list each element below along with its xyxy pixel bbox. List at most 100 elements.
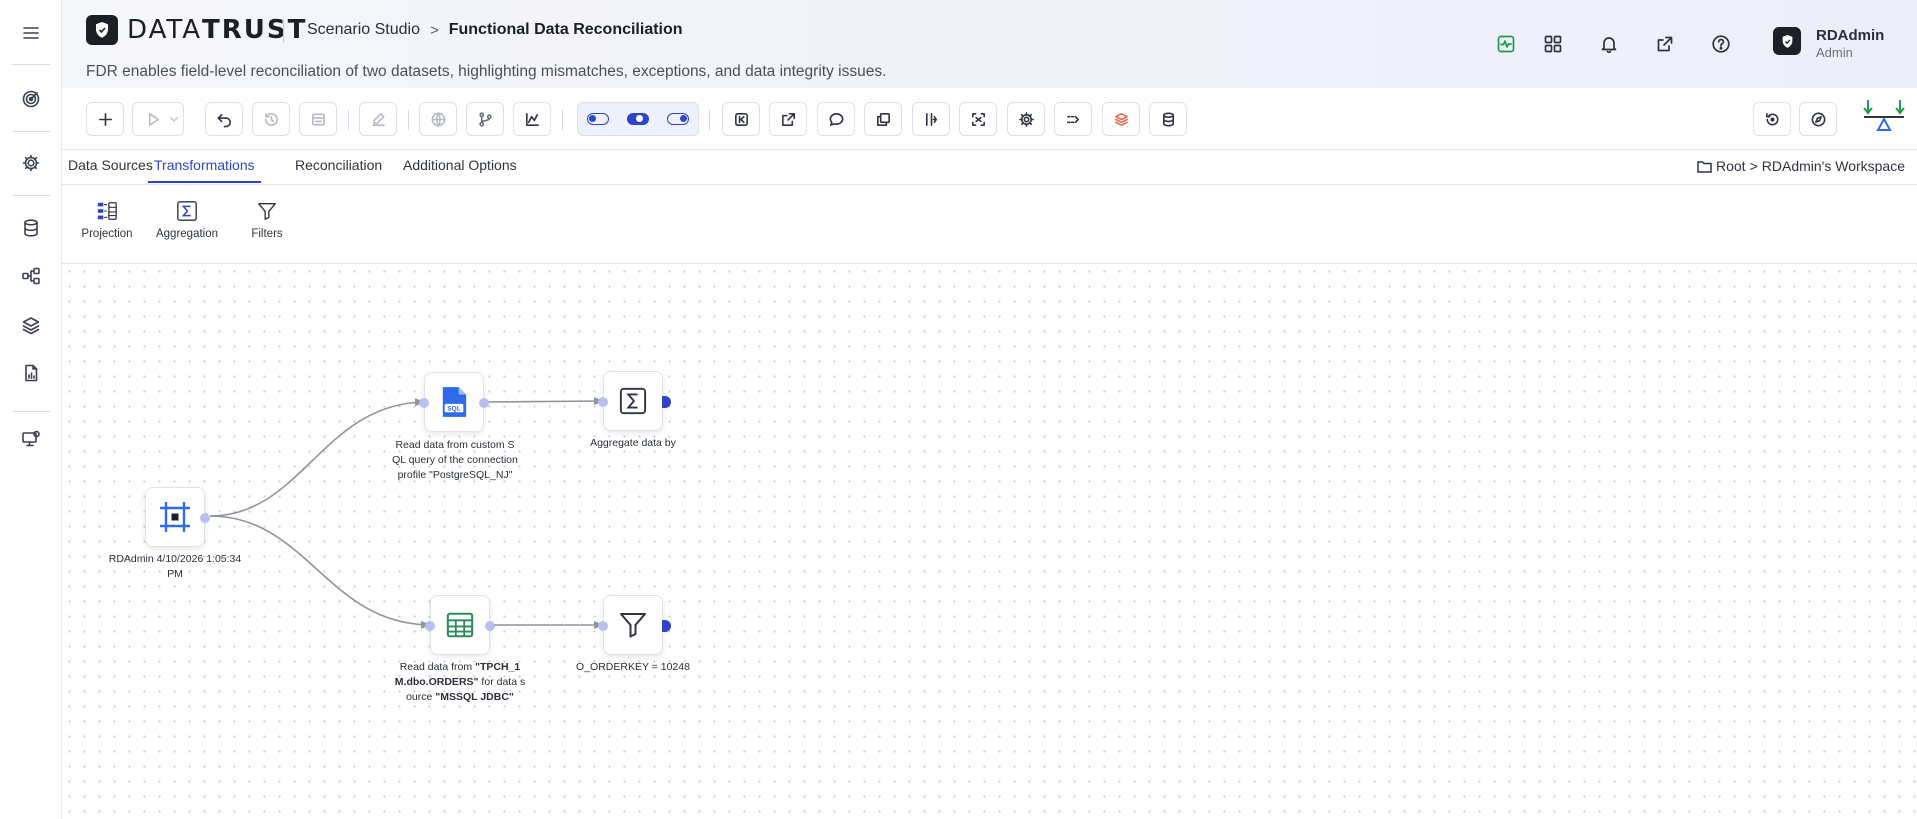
chart-button[interactable] xyxy=(513,102,551,136)
rail-divider xyxy=(12,64,50,65)
breadcrumb: Scenario Studio > Functional Data Reconc… xyxy=(307,21,683,39)
palette-filters-label: Filters xyxy=(251,228,283,240)
run-button[interactable] xyxy=(132,102,184,136)
workspace-name[interactable]: RDAdmin's Workspace xyxy=(1762,158,1905,174)
toolbar-separator xyxy=(709,110,710,130)
right-join-toggle[interactable] xyxy=(658,103,698,135)
aggregate-input-port[interactable] xyxy=(598,397,608,407)
scan-button[interactable] xyxy=(959,102,997,136)
split-columns-icon xyxy=(925,112,937,126)
tab-reconciliation[interactable]: Reconciliation xyxy=(295,157,382,181)
activity-icon[interactable] xyxy=(1493,31,1519,57)
inner-join-toggle[interactable] xyxy=(618,103,658,135)
node-table-label: Read data from "TPCH_1 M.dbo.ORDERS" for… xyxy=(394,661,526,703)
mapping-button[interactable] xyxy=(1054,102,1092,136)
node-source-label: RDAdmin 4/10/2026 1:05:34 PM xyxy=(108,553,242,580)
join-mode-toggle-group xyxy=(577,102,699,136)
node-scenario-source[interactable] xyxy=(145,487,210,547)
toggle-right-icon xyxy=(667,113,689,125)
external-link-icon[interactable] xyxy=(1652,31,1678,57)
node-aggregate[interactable] xyxy=(598,371,671,431)
schedule-button[interactable] xyxy=(299,102,337,136)
gear-icon xyxy=(1018,111,1034,127)
restore-icon xyxy=(1765,112,1778,125)
branch-button[interactable] xyxy=(466,102,504,136)
globe-button[interactable] xyxy=(419,102,457,136)
copy-button[interactable] xyxy=(864,102,902,136)
settings-button[interactable] xyxy=(1007,102,1045,136)
history-button[interactable] xyxy=(252,102,290,136)
page-title: Functional Data Reconciliation xyxy=(448,21,683,38)
first-button[interactable] xyxy=(722,102,760,136)
sql-output-port[interactable] xyxy=(479,398,489,408)
help-icon[interactable] xyxy=(1708,31,1734,57)
globe-icon xyxy=(431,112,445,126)
user-menu[interactable]: RDAdmin Admin xyxy=(1773,27,1884,60)
tab-additional-options[interactable]: Additional Options xyxy=(403,157,517,181)
stack-button[interactable] xyxy=(1102,102,1140,136)
palette-filters[interactable]: Filters xyxy=(232,199,302,240)
workspace-separator: > xyxy=(1749,158,1758,174)
undo-button[interactable] xyxy=(205,102,243,136)
map-columns-icon xyxy=(1066,115,1079,123)
filter-input-port[interactable] xyxy=(598,621,608,631)
workspace-root[interactable]: Root xyxy=(1716,158,1746,174)
storage-button[interactable] xyxy=(1149,102,1187,136)
sql-label-line-3: profile "PostgreSQL_NJ" xyxy=(397,469,513,481)
database-icon[interactable] xyxy=(17,214,45,242)
edit-button[interactable] xyxy=(359,102,397,136)
tab-data-sources[interactable]: Data Sources xyxy=(68,157,153,181)
skip-start-icon xyxy=(734,112,748,126)
restore-button[interactable] xyxy=(1753,102,1791,136)
undo-icon xyxy=(217,113,231,127)
user-name: RDAdmin xyxy=(1816,27,1885,44)
workflow-icon[interactable] xyxy=(17,262,45,290)
node-table-source[interactable] xyxy=(425,595,495,655)
table-input-port[interactable] xyxy=(425,621,435,631)
left-rail xyxy=(0,0,62,819)
datatrust-logo[interactable]: DATATRUST xyxy=(86,15,307,45)
transformation-palette: Projection Aggregation Filters xyxy=(62,185,1917,264)
bell-icon[interactable] xyxy=(1596,31,1622,57)
node-sql-query[interactable]: SQL xyxy=(419,372,489,432)
table-output-port[interactable] xyxy=(485,621,495,631)
left-join-toggle[interactable] xyxy=(578,103,618,135)
workspace-breadcrumb[interactable]: Root > RDAdmin's Workspace xyxy=(1697,158,1905,174)
add-button[interactable] xyxy=(86,102,124,136)
report-icon[interactable] xyxy=(17,359,45,387)
history-icon xyxy=(264,112,278,126)
calendar-icon xyxy=(311,113,325,125)
edge-sql-to-aggregate[interactable] xyxy=(485,397,604,406)
copy-icon xyxy=(876,112,890,126)
node-filter[interactable] xyxy=(598,595,671,655)
gear-icon[interactable] xyxy=(17,149,45,177)
workflow-canvas[interactable]: RDAdmin 4/10/2026 1:05:34 PM SQL Read da… xyxy=(62,264,1917,819)
comment-button[interactable] xyxy=(817,102,855,136)
source-output-port[interactable] xyxy=(200,513,210,523)
workflow-edges xyxy=(209,397,604,629)
open-external-button[interactable] xyxy=(769,102,807,136)
monitor-settings-icon[interactable] xyxy=(17,425,45,453)
apps-grid-icon[interactable] xyxy=(1540,31,1566,57)
palette-aggregation[interactable]: Aggregation xyxy=(152,199,222,240)
scan-icon xyxy=(971,112,985,126)
node-filter-label: O_ORDERKEY = 10248 xyxy=(576,661,690,673)
compass-icon xyxy=(1811,112,1825,126)
reconcile-balance-icon[interactable] xyxy=(1862,98,1906,138)
compass-button[interactable] xyxy=(1799,102,1837,136)
layers-icon[interactable] xyxy=(17,311,45,339)
breadcrumb-scenario-studio[interactable]: Scenario Studio xyxy=(307,21,420,39)
toolbar-separator xyxy=(562,110,563,130)
palette-projection[interactable]: Projection xyxy=(72,199,142,240)
sql-label-line-1: Read data from custom S xyxy=(395,439,515,451)
sql-input-port[interactable] xyxy=(419,398,429,408)
plus-icon xyxy=(98,112,112,126)
menu-icon[interactable] xyxy=(17,19,45,47)
split-button[interactable] xyxy=(912,102,950,136)
play-icon xyxy=(148,112,160,126)
target-icon[interactable] xyxy=(17,85,45,113)
rail-divider xyxy=(12,195,50,196)
external-link-icon xyxy=(781,112,795,126)
tab-transformations[interactable]: Transformations xyxy=(148,157,261,183)
node-aggregate-label: Aggregate data by xyxy=(590,437,676,449)
